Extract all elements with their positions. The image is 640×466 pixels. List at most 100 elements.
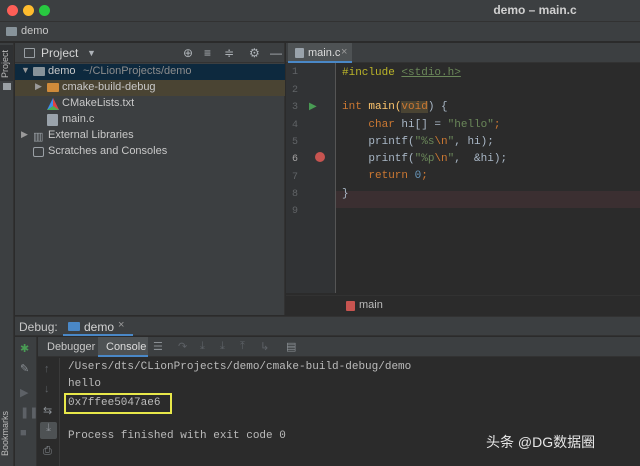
line-number: 5 [291, 137, 298, 148]
step-out-icon[interactable]: ⤒ [240, 340, 245, 353]
folder-icon [6, 27, 17, 36]
navigation-bar: demo [0, 22, 640, 42]
line-number: 6 [291, 154, 298, 165]
code-line-4: char hi[] = "hello"; [368, 119, 501, 131]
wrench-icon[interactable]: ✎ [20, 362, 29, 375]
line-number: 8 [291, 189, 298, 200]
breakpoint-icon[interactable] [315, 152, 325, 162]
tab-console[interactable]: Console [98, 337, 148, 357]
code-line-7: return 0; [368, 170, 428, 182]
print-icon[interactable]: ⎙ [43, 445, 52, 458]
soft-wrap-icon[interactable]: ⇆ [43, 404, 52, 417]
editor-breadcrumb-bar: main [286, 295, 640, 315]
chevron-right-icon[interactable]: ▶ [21, 129, 28, 140]
line-number: 2 [291, 85, 298, 96]
line-number: 1 [291, 67, 298, 78]
tree-item-label: demo [48, 65, 76, 77]
code-line-5: printf("%s\n", hi); [368, 136, 494, 148]
tree-item-label: CMakeLists.txt [62, 97, 135, 109]
structure-icon[interactable] [3, 83, 11, 90]
console-line: hello [68, 378, 102, 390]
debug-label: Debug: [19, 320, 58, 334]
editor-tab-bar: main.c × [286, 43, 640, 63]
close-icon[interactable]: × [341, 46, 347, 58]
console-toolbar: ↑ ↓ ⇆ ⤓ ⎙ [38, 358, 60, 466]
code-line-1: #include <stdio.h> [342, 67, 461, 79]
tab-main-c[interactable]: main.c × [288, 43, 352, 63]
chevron-down-icon[interactable]: ▼ [87, 48, 96, 58]
tree-item-path: ~/CLionProjects/demo [83, 65, 192, 77]
tab-debug-demo[interactable]: demo × [63, 317, 133, 336]
c-file-icon [295, 48, 304, 58]
debug-config-label: demo [84, 320, 115, 334]
evaluate-icon[interactable]: ▤ [286, 340, 296, 353]
tree-item-label: Scratches and Consoles [48, 145, 168, 157]
line-number: 9 [291, 206, 298, 217]
step-into-icon[interactable]: ⤓ [200, 340, 205, 353]
tree-item-cmakelists[interactable]: CMakeLists.txt [15, 96, 285, 112]
nav-project-label[interactable]: demo [21, 25, 49, 37]
tab-console-label: Console [106, 341, 147, 353]
tree-item-scratches[interactable]: Scratches and Consoles [15, 144, 285, 160]
left-tool-stripe: Project Bookmarks [0, 43, 14, 466]
tree-item-label: cmake-build-debug [62, 81, 156, 93]
c-file-icon [47, 114, 58, 126]
project-panel-header: Project ▼ ⊕ ≡ ≑ ⚙ — [15, 43, 285, 63]
scratches-icon [33, 147, 44, 157]
code-editor[interactable]: main.c × 1 2 3 4 5 6 7 8 9 ▶ #include <s… [286, 43, 640, 315]
bug-icon[interactable]: ✱ [20, 342, 29, 355]
debug-tool-window-header: Debug: demo × [15, 316, 640, 336]
console-line-address: 0x7ffee5047ae6 [68, 397, 161, 409]
project-stripe-label: Project [0, 50, 10, 79]
window-title: demo – main.c [493, 3, 577, 17]
breadcrumb[interactable]: main [359, 299, 383, 311]
chevron-right-icon[interactable]: ▶ [35, 81, 42, 92]
line-number: 3 [291, 102, 298, 113]
tab-debugger[interactable]: Debugger [47, 341, 95, 353]
locate-icon[interactable]: ⊕ [183, 46, 193, 60]
project-tool-button[interactable]: Project [0, 45, 13, 81]
line-number: 7 [291, 172, 298, 183]
tree-item-main-c[interactable]: main.c [15, 112, 285, 128]
tree-item-label: External Libraries [48, 129, 134, 141]
bookmarks-stripe-label[interactable]: Bookmarks [0, 403, 14, 463]
close-icon[interactable]: × [118, 319, 124, 331]
run-to-cursor-icon[interactable]: ↳ [260, 340, 269, 353]
pause-icon[interactable]: ❚❚ [20, 406, 38, 419]
expand-all-icon[interactable]: ≡ [204, 46, 211, 60]
debug-sub-tabs: Debugger Console ☰ ↷ ⤓ ⤓ ⤒ ↳ ▤ [38, 337, 640, 357]
watermark: 头条 @DG数据圈 [486, 434, 596, 450]
run-config-icon [68, 322, 80, 331]
function-icon [346, 301, 355, 311]
code-line-3: int main(void) { [342, 101, 448, 113]
tree-item-external-libraries[interactable]: ▶ ▥ External Libraries [15, 128, 285, 144]
arrow-up-icon[interactable]: ↑ [44, 363, 50, 375]
folder-icon [47, 83, 59, 92]
force-step-into-icon[interactable]: ⤓ [220, 340, 225, 353]
stop-icon[interactable]: ■ [20, 427, 27, 439]
code-line-8: } [342, 188, 349, 200]
cmake-icon [47, 98, 59, 110]
project-view-icon [24, 48, 35, 58]
line-number: 4 [291, 120, 298, 131]
tab-label: main.c [308, 47, 341, 59]
collapse-all-icon[interactable]: ≑ [224, 46, 234, 60]
tree-item-demo[interactable]: ▼ demo ~/CLionProjects/demo [15, 64, 285, 80]
hide-icon[interactable]: — [270, 46, 282, 60]
arrow-down-icon[interactable]: ↓ [44, 383, 50, 395]
breakpoint-line-highlight [286, 191, 640, 208]
title-bar: demo – main.c [0, 0, 640, 22]
gear-icon[interactable]: ⚙ [249, 46, 260, 60]
scroll-to-end-icon[interactable]: ⤓ [40, 422, 57, 439]
step-over-icon[interactable]: ↷ [178, 340, 187, 353]
menu-icon[interactable]: ☰ [153, 340, 163, 353]
chevron-down-icon[interactable]: ▼ [21, 65, 30, 75]
tree-item-cmake-build-debug[interactable]: ▶ cmake-build-debug [15, 80, 285, 96]
console-line: /Users/dts/CLionProjects/demo/cmake-buil… [68, 361, 412, 373]
resume-icon[interactable]: ▶ [20, 386, 28, 399]
code-line-6: printf("%p\n", &hi); [368, 153, 508, 165]
project-panel-title[interactable]: Project [41, 46, 78, 60]
tree-item-label: main.c [62, 113, 95, 125]
run-icon[interactable]: ▶ [309, 101, 317, 112]
console-line: Process finished with exit code 0 [68, 430, 286, 442]
